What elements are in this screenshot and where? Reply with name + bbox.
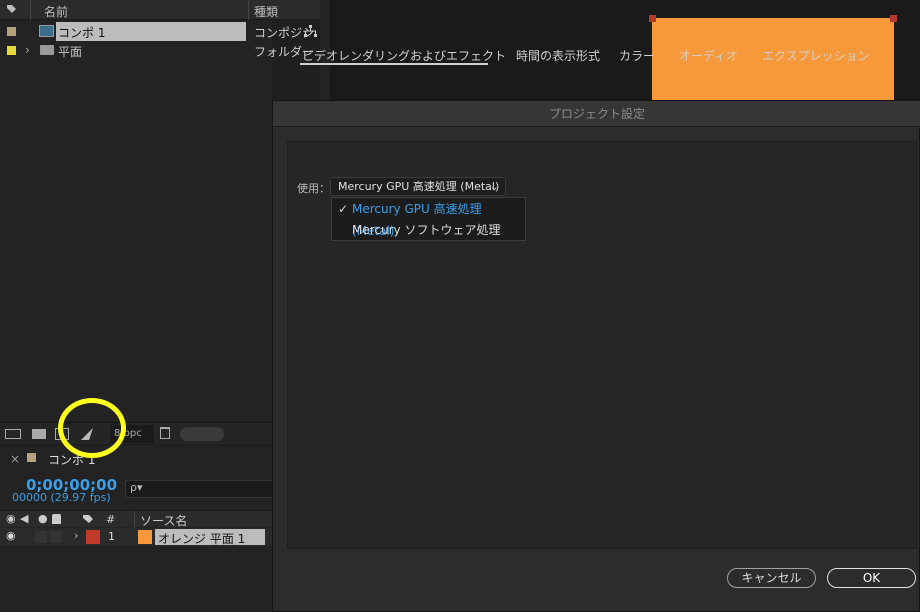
eye-icon[interactable]: ◉	[6, 512, 16, 525]
label-color-swatch[interactable]	[7, 46, 16, 55]
label-color-swatch[interactable]	[7, 27, 16, 36]
cancel-label: キャンセル	[741, 571, 802, 585]
ok-label: OK	[862, 571, 881, 585]
dialog-title: プロジェクト設定	[273, 101, 920, 127]
item-name: コンポ 1	[58, 26, 106, 40]
tab-expressions[interactable]: エクスプレッション	[762, 47, 870, 64]
project-item-folder[interactable]: › 平面 フォルダー	[0, 41, 320, 60]
chevron-down-icon: ⌄	[489, 180, 499, 193]
tab-time-display[interactable]: 時間の表示形式	[516, 47, 600, 64]
dropdown-value: Mercury GPU 高速処理 (Metal)	[338, 180, 500, 193]
comp-color-swatch	[27, 453, 36, 462]
flowchart-icon[interactable]	[304, 25, 317, 38]
transform-handle[interactable]	[649, 15, 656, 22]
project-header: 名前 種類	[0, 0, 320, 20]
chevron-right-icon[interactable]: ›	[74, 529, 78, 542]
audio-toggle[interactable]	[35, 531, 47, 543]
layer-name: オレンジ 平面 1	[158, 532, 246, 546]
trash-icon[interactable]	[160, 427, 170, 439]
search-icon: ρ▾	[130, 481, 143, 494]
project-toolbar: 8 bpc	[0, 422, 272, 444]
highlight-circle	[58, 398, 126, 458]
close-icon[interactable]: ×	[10, 452, 20, 466]
lock-icon[interactable]	[52, 514, 61, 524]
menu-item-software[interactable]: Mercury ソフトウェア処理	[332, 219, 525, 241]
renderer-dropdown[interactable]: Mercury GPU 高速処理 (Metal) ⌄	[330, 177, 506, 196]
ok-button[interactable]: OK	[827, 568, 916, 588]
thumbnail-slider[interactable]	[180, 427, 224, 441]
cancel-button[interactable]: キャンセル	[727, 568, 816, 588]
column-source-header[interactable]: ソース名	[140, 512, 187, 529]
timeline-search-input[interactable]	[125, 480, 272, 498]
tab-video-rendering[interactable]: ビデオレンダリングおよびエフェクト	[302, 47, 506, 64]
column-number-header[interactable]: #	[106, 513, 115, 526]
interpret-footage-icon[interactable]	[5, 429, 21, 439]
transform-handle[interactable]	[890, 15, 897, 22]
renderer-dropdown-menu: ✓ Mercury GPU 高速処理 (Metal) Mercury ソフトウェ…	[331, 197, 526, 241]
new-folder-icon[interactable]	[32, 429, 46, 439]
solo-toggle[interactable]	[50, 531, 62, 543]
use-label: 使用：	[297, 182, 330, 195]
solo-icon[interactable]: ●	[38, 512, 48, 525]
visibility-eye-icon[interactable]: ◉	[6, 529, 16, 542]
audio-icon[interactable]: ◀	[20, 512, 28, 525]
menu-item-gpu[interactable]: ✓ Mercury GPU 高速処理 (Metal)	[332, 198, 525, 238]
column-name-header[interactable]: 名前	[44, 3, 68, 20]
project-panel	[0, 0, 272, 444]
composition-icon	[39, 25, 54, 37]
label-tag-icon[interactable]	[6, 4, 17, 15]
fps-readout: 00000 (29.97 fps)	[12, 491, 111, 504]
layer-index: 1	[108, 530, 115, 543]
solid-layer-icon	[138, 530, 152, 544]
active-tab-indicator	[300, 63, 488, 65]
project-item-comp[interactable]: コンポ 1 コンポジシ	[0, 22, 320, 41]
tab-color[interactable]: カラー	[619, 47, 655, 64]
column-type-header[interactable]: 種類	[254, 3, 278, 20]
tab-audio[interactable]: オーディオ	[679, 47, 738, 64]
menu-item-label: Mercury ソフトウェア処理	[352, 223, 501, 237]
layer-label-color[interactable]	[86, 530, 100, 544]
label-tag-icon[interactable]	[82, 514, 94, 525]
timeline-column-header: ◉ ◀ ● # ソース名	[0, 510, 272, 529]
chevron-right-icon[interactable]: ›	[25, 43, 30, 57]
folder-icon	[40, 45, 54, 55]
item-name: 平面	[58, 45, 83, 59]
timeline-layer-row[interactable]: ◉ › 1 オレンジ 平面 1	[0, 528, 272, 546]
checkmark-icon: ✓	[338, 202, 349, 216]
